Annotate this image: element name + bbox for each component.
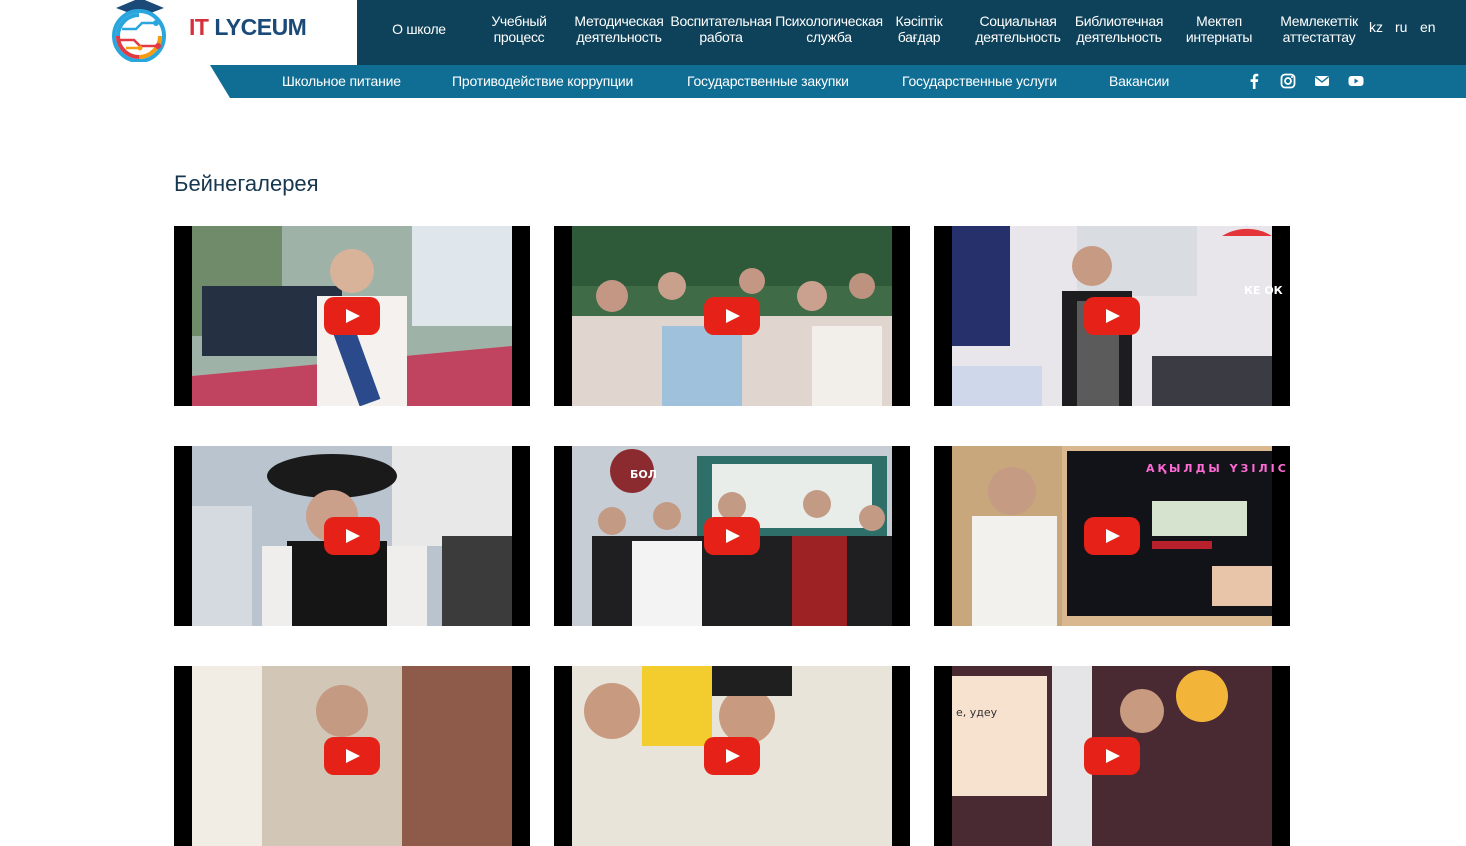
video-card-7[interactable] <box>174 666 530 846</box>
play-button[interactable] <box>704 737 760 775</box>
nav-item-o-shkole[interactable]: О школе <box>380 0 458 58</box>
top-navigation: О школе Учебный процесс Методическая дея… <box>357 0 1466 65</box>
thumbnail-caption: КЕ ОК <box>1244 284 1283 297</box>
nav-item-mektep-internaty[interactable]: Мектеп интернаты <box>1179 0 1259 58</box>
subnav-vakansii[interactable]: Вакансии <box>1109 65 1169 98</box>
nav-item-kasiptik-bagdar[interactable]: Кәсіптік бағдар <box>887 0 951 58</box>
logo-text-lyceum: LYCEUM <box>214 14 307 40</box>
nav-item-socialnaya[interactable]: Социальная деятельность <box>970 0 1066 58</box>
video-card-2[interactable] <box>554 226 910 406</box>
lang-kz[interactable]: kz <box>1369 19 1383 35</box>
play-button[interactable] <box>324 737 380 775</box>
nav-item-bibliotechnaya[interactable]: Библиотечная деятельность <box>1070 0 1168 58</box>
logo-text: IT LYCEUM <box>189 14 307 41</box>
play-button[interactable] <box>704 517 760 555</box>
youtube-icon[interactable] <box>1348 73 1364 89</box>
nav-item-psihologicheskaya[interactable]: Психологическая служба <box>773 0 885 58</box>
nav-item-memlekettik-attestattau[interactable]: Мемлекеттік аттестаттау <box>1272 0 1366 58</box>
instagram-icon[interactable] <box>1280 73 1296 89</box>
nav-item-vospitatelnaya[interactable]: Воспитательная работа <box>670 0 772 58</box>
video-card-3[interactable]: КЕ ОК <box>934 226 1290 406</box>
logo-emblem-icon <box>112 0 166 62</box>
logo-text-it: IT <box>189 14 209 40</box>
thumbnail-caption: АҚЫЛДЫ ҮЗІЛІС <box>1146 462 1289 475</box>
play-button[interactable] <box>1084 297 1140 335</box>
page-title: Бейнегалерея <box>174 171 319 196</box>
play-button[interactable] <box>704 297 760 335</box>
lang-en[interactable]: en <box>1420 19 1436 35</box>
thumbnail-caption: БОЛ <box>630 468 657 481</box>
play-button[interactable] <box>324 517 380 555</box>
nav-item-metodicheskaya[interactable]: Методическая деятельность <box>569 0 669 58</box>
nav-item-uchebnyi-process[interactable]: Учебный процесс <box>481 0 557 58</box>
lang-ru[interactable]: ru <box>1395 19 1407 35</box>
video-card-6[interactable]: АҚЫЛДЫ ҮЗІЛІС <box>934 446 1290 626</box>
secondary-navigation: Школьное питание Противодействие коррупц… <box>210 65 1466 98</box>
play-button[interactable] <box>1084 737 1140 775</box>
subnav-gos-uslugi[interactable]: Государственные услуги <box>902 65 1057 98</box>
video-card-1[interactable] <box>174 226 530 406</box>
video-card-9[interactable]: е, удеу <box>934 666 1290 846</box>
video-card-5[interactable]: БОЛ <box>554 446 910 626</box>
subnav-gos-zakupki[interactable]: Государственные закупки <box>687 65 849 98</box>
facebook-icon[interactable] <box>1246 73 1262 89</box>
email-icon[interactable] <box>1314 73 1330 89</box>
thumbnail-caption: е, удеу <box>956 706 998 719</box>
video-card-8[interactable] <box>554 666 910 846</box>
subnav-protivodeistvie-korrupcii[interactable]: Противодействие коррупции <box>452 65 633 98</box>
video-card-4[interactable] <box>174 446 530 626</box>
play-button[interactable] <box>1084 517 1140 555</box>
play-button[interactable] <box>324 297 380 335</box>
subnav-shkolnoe-pitanie[interactable]: Школьное питание <box>282 65 401 98</box>
logo-area[interactable]: IT LYCEUM <box>0 0 357 65</box>
